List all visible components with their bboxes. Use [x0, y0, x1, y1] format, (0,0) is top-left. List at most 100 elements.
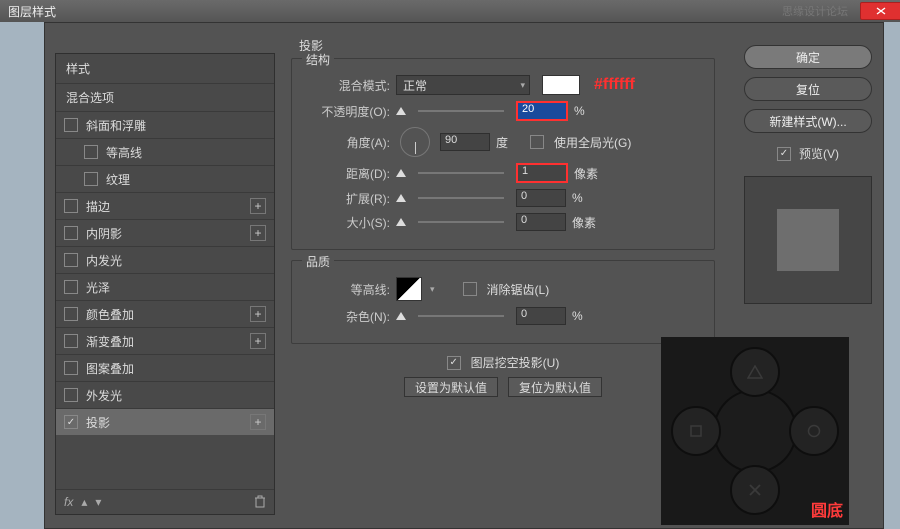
chevron-up-icon[interactable]: ▴ — [81, 495, 87, 509]
close-icon — [876, 7, 886, 15]
style-item-outer-glow[interactable]: 外发光 — [56, 381, 274, 408]
add-effect-icon[interactable]: + — [250, 198, 266, 214]
style-item-pattern-overlay[interactable]: 图案叠加 — [56, 354, 274, 381]
square-icon — [671, 406, 721, 456]
dpad-annotation: 圆底 — [811, 497, 843, 521]
contour-picker[interactable] — [396, 277, 422, 301]
blend-mode-label: 混合模式: — [302, 77, 390, 94]
reset-default-button[interactable]: 复位为默认值 — [508, 377, 602, 397]
style-label: 图案叠加 — [86, 360, 134, 377]
pixel-label: 像素 — [572, 214, 596, 231]
spread-slider[interactable] — [418, 197, 504, 199]
style-item-stroke[interactable]: 描边 + — [56, 192, 274, 219]
add-effect-icon[interactable]: + — [250, 414, 266, 430]
noise-label: 杂色(N): — [302, 308, 390, 325]
cross-icon — [730, 465, 780, 515]
style-item-contour[interactable]: 等高线 — [56, 138, 274, 165]
quality-group: 品质 等高线: ▾ 消除锯齿(L) 杂色(N): 0 % — [291, 260, 715, 344]
opacity-input[interactable]: 20 — [516, 101, 568, 121]
percent-label: % — [572, 191, 583, 205]
style-item-inner-shadow[interactable]: 内阴影+ — [56, 219, 274, 246]
title-bar: 图层样式 思缘设计论坛 — [0, 0, 900, 22]
slider-handle-icon[interactable] — [396, 218, 406, 226]
triangle-icon — [730, 347, 780, 397]
style-item-color-overlay[interactable]: 颜色叠加+ — [56, 300, 274, 327]
global-light-checkbox[interactable] — [530, 135, 544, 149]
close-button[interactable] — [860, 2, 900, 20]
angle-wheel[interactable] — [400, 127, 430, 157]
noise-slider[interactable] — [418, 315, 504, 317]
style-label: 斜面和浮雕 — [86, 117, 146, 134]
checkbox-icon[interactable] — [64, 361, 78, 375]
checkbox-icon[interactable] — [84, 172, 98, 186]
knockout-checkbox[interactable] — [447, 356, 461, 370]
add-effect-icon[interactable]: + — [250, 333, 266, 349]
checkbox-icon[interactable] — [64, 226, 78, 240]
new-style-button[interactable]: 新建样式(W)... — [744, 109, 872, 133]
blend-options-header[interactable]: 混合选项 — [56, 83, 274, 111]
add-effect-icon[interactable]: + — [250, 306, 266, 322]
noise-input[interactable]: 0 — [516, 307, 566, 325]
slider-handle-icon[interactable] — [396, 169, 406, 177]
add-effect-icon[interactable]: + — [250, 225, 266, 241]
anti-alias-checkbox[interactable] — [463, 282, 477, 296]
slider-handle-icon[interactable] — [396, 312, 406, 320]
checkbox-icon[interactable] — [64, 307, 78, 321]
chevron-down-icon[interactable]: ▾ — [95, 495, 101, 509]
size-slider[interactable] — [418, 221, 504, 223]
checkbox-icon[interactable] — [64, 280, 78, 294]
style-label: 渐变叠加 — [86, 333, 134, 350]
style-label: 光泽 — [86, 279, 110, 296]
slider-handle-icon[interactable] — [396, 107, 406, 115]
style-label: 投影 — [86, 414, 110, 431]
fx-icon[interactable]: fx — [64, 495, 73, 509]
opacity-slider[interactable] — [418, 110, 504, 112]
style-item-texture[interactable]: 纹理 — [56, 165, 274, 192]
spread-input[interactable]: 0 — [516, 189, 566, 207]
angle-input[interactable]: 90 — [440, 133, 490, 151]
style-item-drop-shadow[interactable]: 投影 + — [56, 408, 274, 435]
styles-header[interactable]: 样式 — [56, 54, 274, 83]
button-label: 复位 — [796, 81, 820, 98]
reset-button[interactable]: 复位 — [744, 77, 872, 101]
checkbox-icon[interactable] — [64, 415, 78, 429]
trash-icon[interactable] — [254, 495, 266, 509]
spread-label: 扩展(R): — [302, 190, 390, 207]
distance-label: 距离(D): — [302, 165, 390, 182]
checkbox-icon[interactable] — [64, 118, 78, 132]
pixel-label: 像素 — [574, 165, 598, 182]
checkbox-icon[interactable] — [64, 334, 78, 348]
drop-shadow-panel: 投影 结构 混合模式: 正常▾ #ffffff 不透明度(O): 20 % 角度… — [283, 37, 715, 403]
preview-box — [744, 176, 872, 304]
style-item-satin[interactable]: 光泽 — [56, 273, 274, 300]
make-default-button[interactable]: 设置为默认值 — [404, 377, 498, 397]
size-input[interactable]: 0 — [516, 213, 566, 231]
style-item-bevel[interactable]: 斜面和浮雕 — [56, 111, 274, 138]
checkbox-icon[interactable] — [84, 145, 98, 159]
percent-label: % — [574, 104, 585, 118]
checkbox-icon[interactable] — [64, 253, 78, 267]
style-label: 纹理 — [106, 171, 130, 188]
button-label: 确定 — [796, 49, 820, 66]
structure-legend: 结构 — [302, 51, 334, 68]
ok-button[interactable]: 确定 — [744, 45, 872, 69]
style-item-inner-glow[interactable]: 内发光 — [56, 246, 274, 273]
checkbox-icon[interactable] — [64, 388, 78, 402]
checkbox-icon[interactable] — [64, 199, 78, 213]
chevron-down-icon[interactable]: ▾ — [428, 284, 437, 295]
dpad-center — [713, 389, 797, 473]
distance-input[interactable]: 1 — [516, 163, 568, 183]
color-swatch[interactable] — [542, 75, 580, 95]
slider-handle-icon[interactable] — [396, 194, 406, 202]
blend-mode-select[interactable]: 正常▾ — [396, 75, 530, 95]
style-label: 描边 — [86, 198, 110, 215]
distance-slider[interactable] — [418, 172, 504, 174]
watermark-text: 思缘设计论坛 — [782, 3, 848, 19]
dialog-title: 图层样式 — [8, 3, 56, 20]
contour-label: 等高线: — [302, 281, 390, 298]
anti-alias-label: 消除锯齿(L) — [487, 281, 550, 298]
global-light-label: 使用全局光(G) — [554, 134, 631, 151]
button-label: 复位为默认值 — [519, 379, 591, 396]
style-item-gradient-overlay[interactable]: 渐变叠加 + — [56, 327, 274, 354]
preview-checkbox[interactable] — [777, 147, 791, 161]
